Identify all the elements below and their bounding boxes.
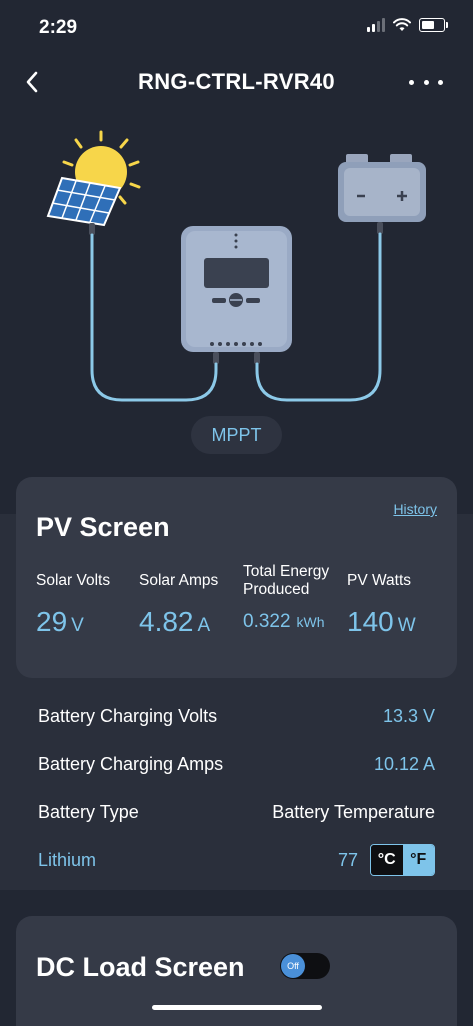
status-time: 2:29 xyxy=(39,17,78,38)
battery-icon xyxy=(419,18,448,32)
history-link[interactable]: History xyxy=(393,501,437,517)
cellular-signal-icon xyxy=(367,18,385,32)
metric-total-energy: Total Energy Produced 0.322 kWh xyxy=(243,563,343,632)
battery-device-icon xyxy=(338,154,426,234)
battery-type-temperature-header: Battery Type Battery Temperature xyxy=(38,798,435,826)
celsius-option[interactable]: °C xyxy=(371,845,403,875)
dc-load-title: DC Load Screen xyxy=(36,952,245,982)
metric-label: PV Watts xyxy=(347,572,412,589)
pv-screen-title: PV Screen xyxy=(36,512,170,542)
battery-type-temperature-values: Lithium 77 °C °F xyxy=(38,844,435,876)
battery-charging-volts-value: 13.3 V xyxy=(382,705,435,726)
pv-screen-card: History PV Screen Solar Volts 29 V Solar … xyxy=(16,477,457,678)
metric-value: 4.82 A xyxy=(139,606,211,637)
battery-temperature-group: 77 °C °F xyxy=(338,844,435,876)
metric-value: 140 W xyxy=(347,606,416,637)
metric-solar-amps: Solar Amps 4.82 A xyxy=(139,563,219,637)
battery-charging-amps-value: 10.12 A xyxy=(373,753,435,774)
metric-value: 0.322 kWh xyxy=(243,611,325,632)
battery-charging-amps-row: Battery Charging Amps 10.12 A xyxy=(38,750,435,778)
metric-label: Solar Amps xyxy=(139,572,219,589)
metric-value: 29 V xyxy=(36,606,84,637)
nav-bar: RNG-CTRL-RVR40 xyxy=(0,58,473,106)
metric-label: Total Energy Produced xyxy=(243,563,330,598)
metric-solar-volts: Solar Volts 29 V xyxy=(36,563,111,637)
battery-type-label: Battery Type xyxy=(38,801,139,822)
mppt-mode-badge: MPPT xyxy=(191,416,282,454)
status-icons xyxy=(367,18,448,32)
more-options-button[interactable] xyxy=(409,70,443,94)
temperature-unit-toggle[interactable]: °C °F xyxy=(370,844,435,876)
page-title: RNG-CTRL-RVR40 xyxy=(138,69,335,94)
battery-temperature-label: Battery Temperature xyxy=(272,801,435,822)
metric-label: Solar Volts xyxy=(36,572,111,589)
battery-charging-volts-label: Battery Charging Volts xyxy=(38,705,218,726)
ellipsis-icon xyxy=(409,79,414,85)
dc-load-toggle[interactable]: Off xyxy=(280,953,330,979)
battery-type-value: Lithium xyxy=(38,849,97,870)
status-bar: 2:29 xyxy=(0,0,473,56)
home-indicator[interactable] xyxy=(152,1005,322,1010)
battery-temperature-value: 77 xyxy=(337,849,358,870)
toggle-knob: Off xyxy=(281,954,305,978)
battery-charging-volts-row: Battery Charging Volts 13.3 V xyxy=(38,702,435,730)
fahrenheit-option[interactable]: °F xyxy=(402,845,434,875)
battery-charging-amps-label: Battery Charging Amps xyxy=(38,753,224,774)
wifi-icon xyxy=(393,18,411,31)
solar-panel-icon xyxy=(46,176,122,235)
metric-pv-watts: PV Watts 140 W xyxy=(347,563,416,637)
charge-controller-icon xyxy=(181,226,292,364)
